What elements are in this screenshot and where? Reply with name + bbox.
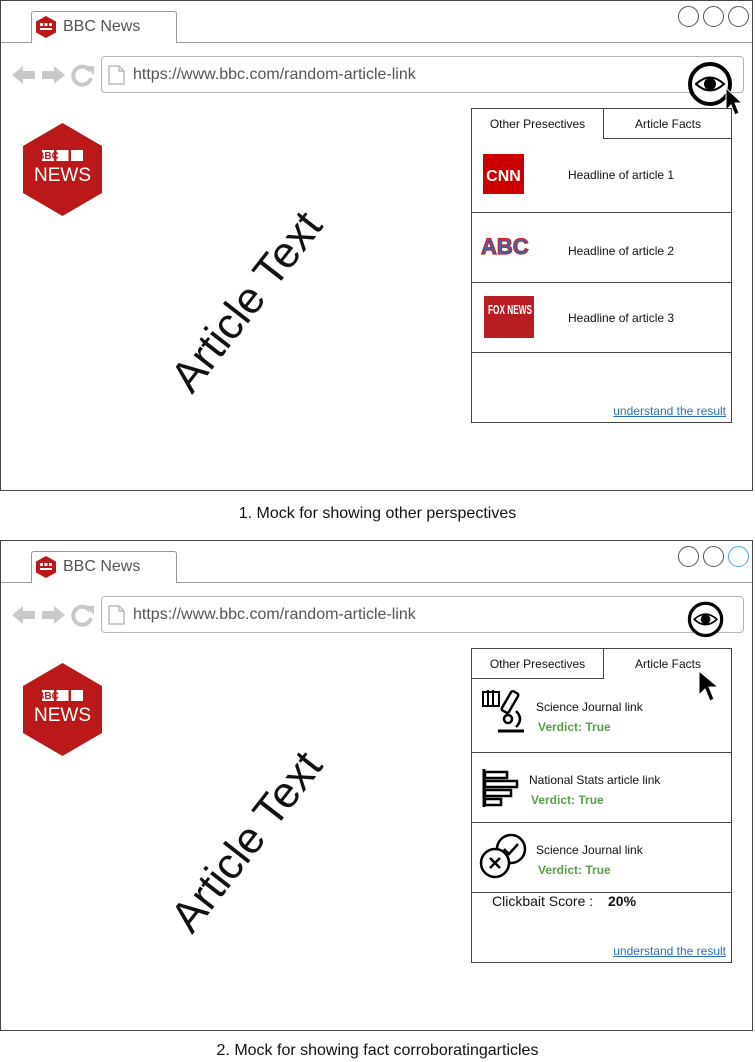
fox-news-logo: FOX NEWS <box>484 296 534 338</box>
verdict-label: Verdict: True <box>538 720 611 734</box>
fact-row[interactable]: Science Journal link Verdict: True <box>472 679 731 753</box>
forward-arrow-icon[interactable] <box>41 603 65 627</box>
verdict-label: Verdict: True <box>531 793 604 807</box>
fact-row[interactable]: Science Journal link Verdict: True <box>472 823 731 893</box>
verdict-label: Verdict: True <box>538 863 611 877</box>
tab-gap <box>32 41 176 44</box>
fact-source-link[interactable]: Science Journal link <box>536 843 643 857</box>
page-icon <box>108 65 125 85</box>
url-text: https://www.bbc.com/random-article-link <box>133 66 416 83</box>
address-bar[interactable]: https://www.bbc.com/random-article-link <box>101 56 744 93</box>
perspective-extension-eye-icon[interactable] <box>687 600 737 650</box>
browser-mock-facts: BBC News https://www.bbc.com/random-arti… <box>0 540 753 1031</box>
abc-logo-text: ABC <box>481 234 529 259</box>
browser-tab[interactable]: BBC News <box>31 11 177 43</box>
window-control-minimize[interactable] <box>703 546 724 567</box>
browser-tab[interactable]: BBC News <box>31 551 177 583</box>
tab-other-perspectives[interactable]: Other Presectives <box>472 649 603 679</box>
headline-link[interactable]: Headline of article 3 <box>568 311 674 325</box>
facts-panel: Other Presectives Article Facts Science … <box>471 648 732 963</box>
fact-source-link[interactable]: Science Journal link <box>536 700 643 714</box>
understand-result-link[interactable]: understand the result <box>613 404 726 418</box>
address-bar[interactable]: https://www.bbc.com/random-article-link <box>101 596 744 633</box>
understand-result-link[interactable]: understand the result <box>613 944 726 958</box>
caption-mock-2: 2. Mock for showing fact corroboratingar… <box>216 1042 539 1059</box>
clickbait-score-label: Clickbait Score : <box>492 893 594 909</box>
tab-other-perspectives[interactable]: Other Presectives <box>472 109 603 139</box>
cnn-logo-text: CNN <box>486 168 521 185</box>
browser-tab-title: BBC News <box>63 18 141 35</box>
logo-bbc-text: BBC <box>37 151 59 162</box>
logo-news-text: NEWS <box>34 705 91 726</box>
microscope-icon <box>482 689 524 733</box>
cnn-logo: CNN <box>483 154 524 194</box>
window-control-close[interactable] <box>678 6 699 27</box>
fact-source-link[interactable]: National Stats article link <box>529 773 660 787</box>
headline-link[interactable]: Headline of article 1 <box>568 168 674 182</box>
fox-news-logo-text: FOX NEWS <box>488 302 532 317</box>
check-cross-icon <box>479 833 527 879</box>
url-text: https://www.bbc.com/random-article-link <box>133 606 416 623</box>
mouse-cursor-icon <box>698 670 720 702</box>
clickbait-score-value: 20% <box>608 893 637 909</box>
tab-article-facts[interactable]: Article Facts <box>603 109 732 139</box>
window-control-minimize[interactable] <box>703 6 724 27</box>
perspective-row[interactable]: ABC Headline of article 2 <box>472 213 731 283</box>
bbc-news-logo: BBC NEWS <box>23 123 102 216</box>
article-text: Article Text <box>161 202 332 402</box>
window-control-maximize[interactable] <box>728 546 749 567</box>
reload-icon[interactable] <box>71 63 95 87</box>
logo-news-text: NEWS <box>34 165 91 186</box>
perspective-row[interactable]: FOX NEWS Headline of article 3 <box>472 283 731 353</box>
forward-arrow-icon[interactable] <box>41 63 65 87</box>
logo-bbc-text: BBC <box>37 691 59 702</box>
reload-icon[interactable] <box>71 603 95 627</box>
window-control-maximize[interactable] <box>728 6 749 27</box>
bbc-news-favicon <box>36 556 56 578</box>
bbc-news-logo: BBC NEWS <box>23 663 102 756</box>
headline-link[interactable]: Headline of article 2 <box>568 244 674 258</box>
caption-mock-1: 1. Mock for showing other perspectives <box>238 505 517 522</box>
perspective-row[interactable]: CNN Headline of article 1 <box>472 139 731 213</box>
fact-row[interactable]: National Stats article link Verdict: Tru… <box>472 753 731 823</box>
article-text: Article Text <box>161 742 332 942</box>
tab-gap <box>32 581 176 584</box>
page-icon <box>108 605 125 625</box>
back-arrow-icon[interactable] <box>12 603 36 627</box>
bar-chart-icon <box>482 769 519 807</box>
perspectives-panel: Other Presectives Article Facts CNN Head… <box>471 108 732 423</box>
bbc-news-favicon <box>36 16 56 38</box>
browser-mock-perspectives: BBC News https://www.bbc.com/random-arti… <box>0 0 753 491</box>
window-control-close[interactable] <box>678 546 699 567</box>
abc-logo: ABC <box>481 233 529 259</box>
back-arrow-icon[interactable] <box>12 63 36 87</box>
browser-tab-title: BBC News <box>63 558 141 575</box>
